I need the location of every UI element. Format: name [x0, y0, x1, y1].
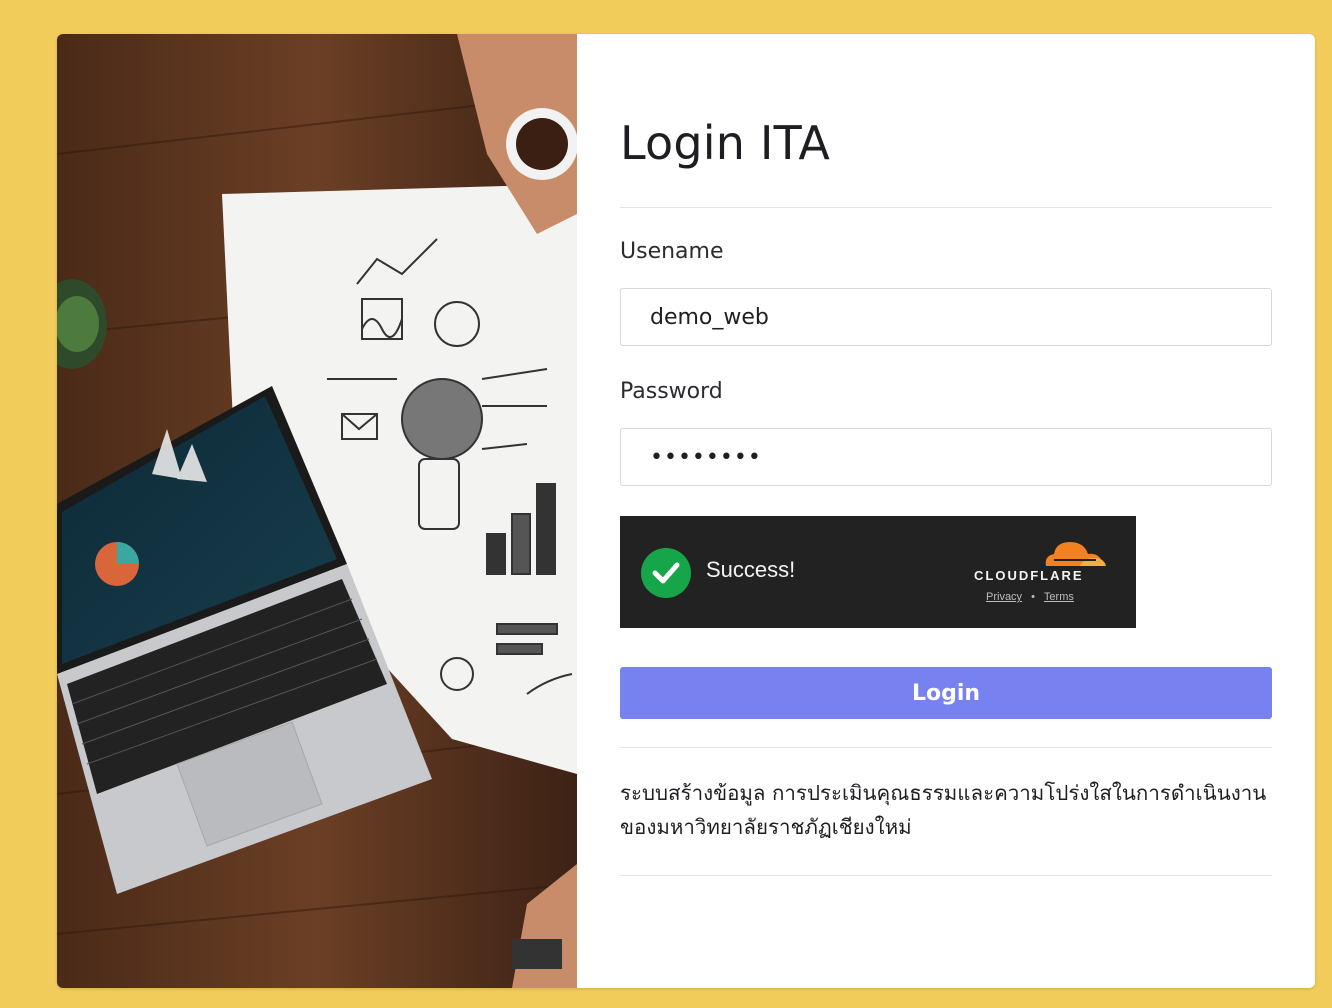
- login-button[interactable]: Login: [620, 667, 1272, 719]
- divider: [620, 875, 1272, 876]
- username-label: Usename: [620, 239, 724, 264]
- page-title: Login ITA: [620, 116, 831, 170]
- cloudflare-captcha-widget[interactable]: Success! CLOUDFLARE Privacy • Terms: [620, 516, 1136, 628]
- system-description: ระบบสร้างข้อมูล การประเมินคุณธรรมและความ…: [620, 781, 1267, 839]
- hero-image: [57, 34, 577, 988]
- password-label: Password: [620, 379, 723, 404]
- divider: [620, 747, 1272, 748]
- captcha-status: Success!: [706, 557, 796, 582]
- terms-link[interactable]: Terms: [1044, 591, 1074, 603]
- captcha-links: Privacy • Terms: [986, 591, 1074, 603]
- divider: [620, 207, 1272, 208]
- desk-illustration: [57, 34, 577, 988]
- username-input[interactable]: [620, 288, 1272, 346]
- check-circle-icon: [641, 548, 691, 598]
- cloudflare-cloud-icon: [1045, 542, 1106, 566]
- cloudflare-wordmark: CLOUDFLARE: [974, 568, 1084, 583]
- privacy-link[interactable]: Privacy: [986, 591, 1022, 603]
- password-input[interactable]: [620, 428, 1272, 486]
- login-form-panel: Login ITA Usename Password Success! CLOU…: [620, 34, 1272, 988]
- login-card: Login ITA Usename Password Success! CLOU…: [57, 34, 1315, 988]
- link-separator: •: [1031, 591, 1035, 603]
